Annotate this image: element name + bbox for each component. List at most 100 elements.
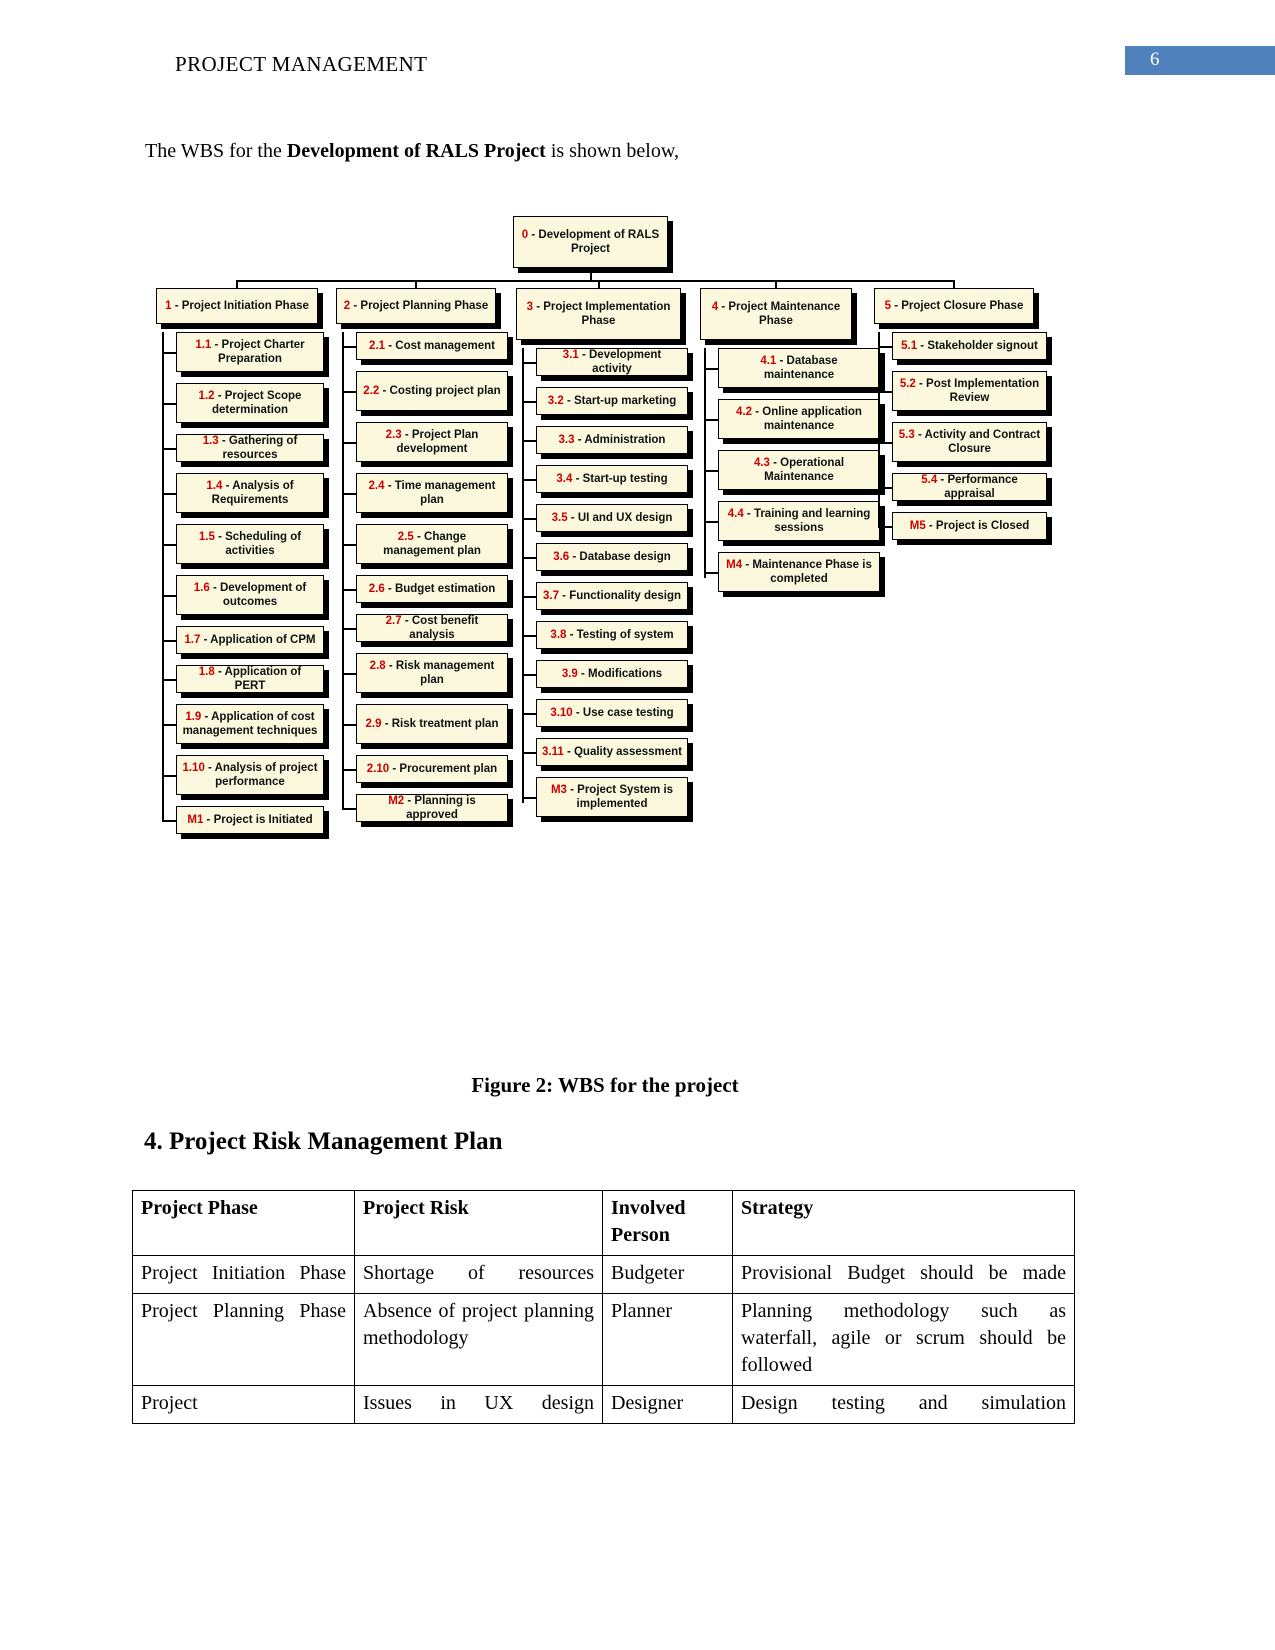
wbs-connector <box>522 797 536 799</box>
wbs-connector <box>342 544 356 546</box>
wbs-connector <box>162 640 176 642</box>
wbs-node-code: 2.2 <box>363 385 383 397</box>
wbs-node-code: 2.10 <box>366 763 393 775</box>
wbs-node-label: - Post Implementation Review <box>919 378 1040 404</box>
wbs-node-label: - Budget estimation <box>387 583 496 595</box>
wbs-node-code: 3.2 <box>547 395 567 407</box>
wbs-connector <box>162 595 176 597</box>
wbs-connector <box>162 493 176 495</box>
figure-caption: Figure 2: WBS for the project <box>471 1073 739 1097</box>
wbs-connector <box>342 493 356 495</box>
wbs-node-label: - Use case testing <box>575 707 674 719</box>
wbs-node-code: 4 <box>711 301 722 313</box>
wbs-connector <box>162 544 176 546</box>
wbs-node-code: 1.9 <box>185 711 205 723</box>
wbs-node-code: 3.1 <box>562 349 582 361</box>
wbs-task-node-5-2: 5.2 - Post Implementation Review <box>892 371 1047 411</box>
wbs-connector <box>878 346 892 348</box>
wbs-node-code: 5.3 <box>898 429 918 441</box>
wbs-phase-node-3: 3 - Project Implementation Phase <box>516 288 681 340</box>
wbs-node-code: 1.4 <box>206 480 226 492</box>
wbs-node-label: - Project Maintenance Phase <box>721 301 841 327</box>
wbs-node-code: 1.3 <box>202 435 222 447</box>
cell-involved-person: Planner <box>602 1293 733 1386</box>
wbs-task-node-3-10: 3.10 - Use case testing <box>536 699 688 727</box>
wbs-node-label: - Start-up testing <box>575 473 668 485</box>
wbs-task-node-M1: M1 - Project is Initiated <box>176 806 324 834</box>
wbs-node-code: 2.9 <box>365 718 385 730</box>
wbs-phase-node-4: 4 - Project Maintenance Phase <box>700 288 852 340</box>
wbs-node-label: - Quality assessment <box>566 746 683 758</box>
wbs-connector <box>704 521 718 523</box>
wbs-connector <box>878 332 880 526</box>
wbs-node-code: 2.7 <box>385 615 405 627</box>
wbs-node-code: M3 <box>550 784 571 796</box>
wbs-node-label: - Analysis of project performance <box>208 762 318 788</box>
wbs-node-code: 3 <box>526 301 537 313</box>
wbs-node-code: M4 <box>726 559 746 571</box>
table-row: Project Issues in UX design Designer Design… <box>132 1385 1075 1424</box>
section-heading: 4. Project Risk Management Plan <box>144 1128 503 1155</box>
wbs-connector <box>878 442 892 444</box>
wbs-node-code: 3.3 <box>558 434 578 446</box>
wbs-task-node-1-7: 1.7 - Application of CPM <box>176 626 324 654</box>
wbs-connector <box>522 713 536 715</box>
cell-project-phase: Project Initiation Phase <box>132 1255 355 1294</box>
wbs-node-label: - Operational Maintenance <box>764 457 845 483</box>
cell-project-risk: Issues in UX design <box>354 1385 603 1424</box>
wbs-connector <box>522 440 536 442</box>
wbs-node-label: - Project Planning Phase <box>353 300 489 312</box>
wbs-connector <box>704 470 718 472</box>
cell-project-risk: Absence of project planning methodology <box>354 1293 603 1386</box>
wbs-connector <box>342 332 344 808</box>
risk-management-table: Project Phase Project Risk Involved Pers… <box>132 1190 1075 1424</box>
wbs-task-node-M3: M3 - Project System is implemented <box>536 777 688 817</box>
wbs-node-label: - Project Initiation Phase <box>174 300 309 312</box>
cell-project-phase: Project <box>132 1385 355 1424</box>
column-header-project-risk: Project Risk <box>354 1190 603 1256</box>
cell-involved-person: Designer <box>602 1385 733 1424</box>
wbs-node-label: - Cost benefit analysis <box>404 615 479 641</box>
wbs-connector <box>522 635 536 637</box>
wbs-phase-node-2: 2 - Project Planning Phase <box>336 288 496 324</box>
wbs-node-code: 2 <box>343 300 354 312</box>
wbs-node-label: - UI and UX design <box>570 512 673 524</box>
table-row: Project Planning Phase Absence of project… <box>132 1293 1075 1386</box>
wbs-node-label: - Maintenance Phase is completed <box>745 559 872 585</box>
wbs-task-node-4-2: 4.2 - Online application maintenance <box>718 399 880 439</box>
wbs-node-code: 3.8 <box>550 629 570 641</box>
wbs-task-node-3-5: 3.5 - UI and UX design <box>536 504 688 532</box>
wbs-node-code: 4.2 <box>736 406 756 418</box>
wbs-connector <box>522 557 536 559</box>
wbs-connector <box>522 674 536 676</box>
wbs-diagram: 0 - Development of RALS Project 1 - Proje… <box>0 0 1275 1060</box>
wbs-node-label: - Scheduling of activities <box>218 531 302 557</box>
wbs-task-node-1-8: 1.8 - Application of PERT <box>176 665 324 693</box>
wbs-task-node-4-4: 4.4 - Training and learning sessions <box>718 501 880 541</box>
wbs-node-label: - Gathering of resources <box>221 435 298 461</box>
wbs-node-code: 4.3 <box>753 457 774 469</box>
wbs-connector <box>878 526 892 528</box>
wbs-node-label: - Risk management plan <box>388 660 495 686</box>
wbs-node-code: 2.5 <box>397 531 417 543</box>
wbs-connector <box>704 368 718 370</box>
wbs-node-code: 3.9 <box>561 668 582 680</box>
wbs-connector <box>162 403 176 405</box>
wbs-task-node-2-7: 2.7 - Cost benefit analysis <box>356 614 508 642</box>
wbs-node-label: - Development of RALS Project <box>531 229 660 255</box>
wbs-node-label: - Project Charter Preparation <box>214 339 305 365</box>
wbs-connector <box>162 820 176 822</box>
wbs-node-label: - Functionality design <box>562 590 682 602</box>
wbs-node-code: 3.6 <box>553 551 573 563</box>
wbs-task-node-2-4: 2.4 - Time management plan <box>356 473 508 513</box>
table-header-row: Project Phase Project Risk Involved Pers… <box>132 1190 1075 1256</box>
cell-project-risk: Shortage of resources <box>354 1255 603 1294</box>
wbs-task-node-3-8: 3.8 - Testing of system <box>536 621 688 649</box>
wbs-task-node-2-1: 2.1 - Cost management <box>356 332 508 360</box>
wbs-node-label: - Project is Initiated <box>206 814 313 826</box>
cell-strategy: Provisional Budget should be made <box>732 1255 1075 1294</box>
wbs-node-label: - Administration <box>577 434 666 446</box>
wbs-connector <box>522 401 536 403</box>
wbs-node-code: 5.1 <box>901 340 921 352</box>
wbs-connector <box>589 268 592 280</box>
